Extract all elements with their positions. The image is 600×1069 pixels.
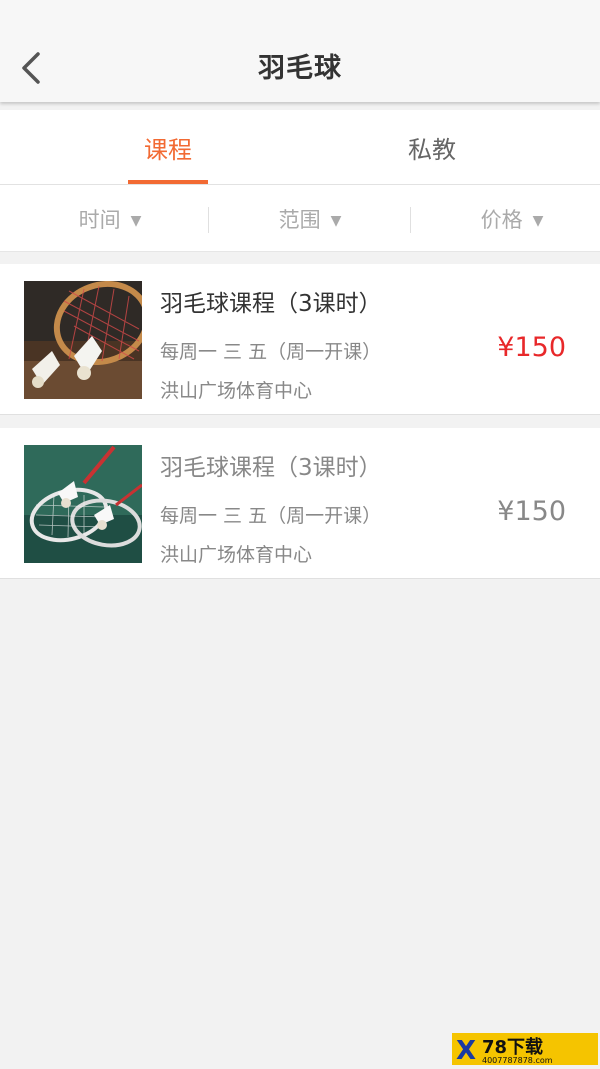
filter-divider (208, 207, 209, 233)
active-tab-indicator (128, 180, 208, 184)
svg-text:4007787878.com: 4007787878.com (482, 1056, 553, 1065)
tab-courses[interactable]: 课程 (18, 110, 318, 184)
course-schedule: 每周一 三 五（周一开课） (160, 341, 382, 363)
course-price: ¥150 (497, 496, 566, 527)
course-price: ¥150 (497, 332, 566, 363)
course-venue: 洪山广场体育中心 (160, 544, 313, 566)
course-schedule: 每周一 三 五（周一开课） (160, 505, 382, 527)
dropdown-arrow-icon: ▼ (532, 213, 544, 229)
nav-bar: 羽毛球 (0, 0, 600, 102)
page-title: 羽毛球 (258, 53, 342, 84)
tab-bar: 课程 私教 (0, 110, 600, 185)
course-card[interactable]: 羽毛球课程（3课时） 每周一 三 五（周一开课） 洪山广场体育中心 ¥150 (0, 428, 600, 579)
svg-text:X: X (456, 1036, 476, 1065)
dropdown-arrow-icon: ▼ (330, 213, 342, 229)
filter-range-label: 范围 (278, 208, 321, 232)
course-title: 羽毛球课程（3课时） (160, 455, 382, 481)
course-card[interactable]: 羽毛球课程（3课时） 每周一 三 五（周一开课） 洪山广场体育中心 ¥150 (0, 264, 600, 415)
site-watermark-logo: X 78下载 4007787878.com (452, 1033, 598, 1066)
filter-divider (410, 207, 411, 233)
filter-time[interactable]: 时间 ▼ (10, 185, 210, 251)
course-thumbnail (24, 445, 142, 563)
filter-time-label: 时间 (78, 208, 121, 232)
course-title: 羽毛球课程（3课时） (160, 291, 382, 317)
svg-text:78下载: 78下载 (482, 1036, 543, 1058)
filter-price[interactable]: 价格 ▼ (412, 185, 600, 251)
filter-price-label: 价格 (480, 208, 523, 232)
tab-private-coach[interactable]: 私教 (282, 110, 582, 184)
filter-range[interactable]: 范围 ▼ (210, 185, 410, 251)
course-venue: 洪山广场体育中心 (160, 380, 313, 402)
course-thumbnail (24, 281, 142, 399)
filter-bar: 时间 ▼ 范围 ▼ 价格 ▼ (0, 185, 600, 252)
dropdown-arrow-icon: ▼ (130, 213, 142, 229)
